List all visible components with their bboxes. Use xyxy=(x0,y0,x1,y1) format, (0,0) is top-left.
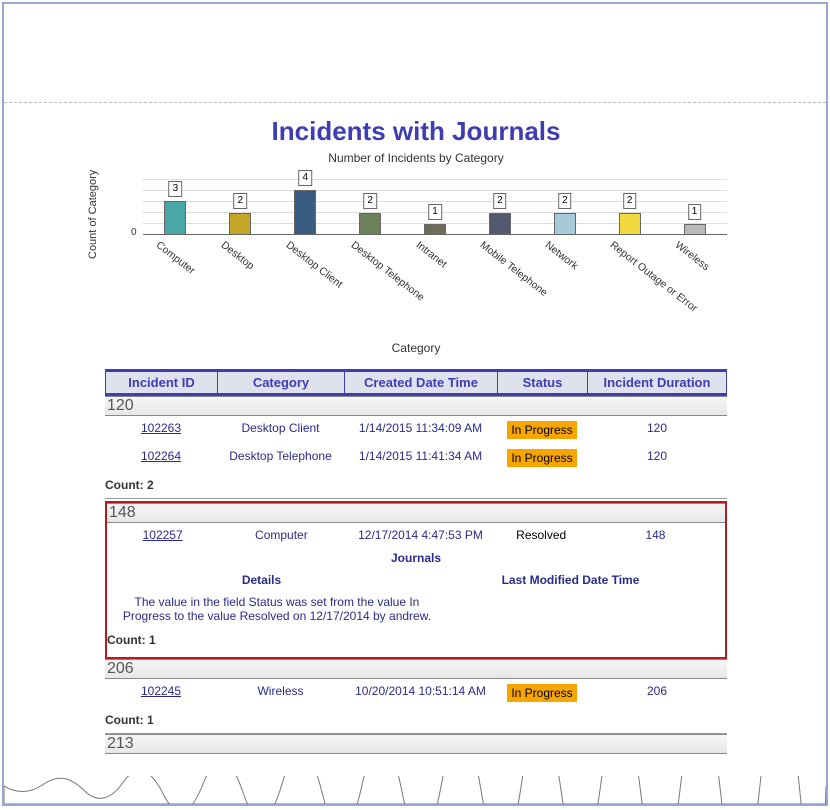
chart-bar-value-label: 2 xyxy=(558,193,572,209)
group-count: Count: 1 xyxy=(107,627,725,653)
chart-bar[interactable]: 2 xyxy=(208,179,273,235)
chart-category-label: Computer xyxy=(154,239,198,277)
incident-id-link[interactable]: 102257 xyxy=(143,528,183,542)
chart-category-label: Network xyxy=(543,239,581,272)
table-row: 102245 Wireless 10/20/2014 10:51:14 AM I… xyxy=(105,679,727,707)
cell-duration: 120 xyxy=(587,416,727,444)
status-badge: In Progress xyxy=(507,684,576,702)
cell-category: Desktop Client xyxy=(217,416,344,444)
cell-category: Computer xyxy=(218,523,344,547)
chart-bar-value-label: 2 xyxy=(623,193,637,209)
chart-yaxis-label: Count of Category xyxy=(87,170,99,259)
report-title: Incidents with Journals xyxy=(105,116,727,147)
cell-duration: 148 xyxy=(586,523,725,547)
table-row: 102263 Desktop Client 1/14/2015 11:34:09… xyxy=(105,416,727,444)
group-header[interactable]: 120 xyxy=(105,396,727,416)
cell-created-dt: 10/20/2014 10:51:14 AM xyxy=(344,679,497,707)
page-guide-top xyxy=(4,102,826,103)
cell-category: Desktop Telephone xyxy=(217,444,344,472)
report-page: Incidents with Journals Number of Incide… xyxy=(105,112,727,754)
group-count: Count: 2 xyxy=(105,472,727,499)
group-header[interactable]: 148 xyxy=(107,503,725,523)
incidents-by-category-chart: Count of Category 0 324212221 ComputerDe… xyxy=(105,169,727,369)
chart-bar-value-label: 3 xyxy=(169,181,183,197)
table-row: 102257 Computer 12/17/2014 4:47:53 PM Re… xyxy=(107,523,725,547)
chart-bar-value-label: 1 xyxy=(428,204,442,220)
group-header[interactable]: 213 xyxy=(105,734,727,754)
incidents-table-header: Incident ID Category Created Date Time S… xyxy=(105,369,727,396)
journal-lmdt-cell xyxy=(447,591,725,627)
report-frame: Incidents with Journals Number of Incide… xyxy=(2,2,828,806)
status-text: Resolved xyxy=(516,528,566,542)
chart-bar[interactable]: 2 xyxy=(597,179,662,235)
journals-section-label: Journals xyxy=(107,547,725,569)
cell-created-dt: 1/14/2015 11:34:09 AM xyxy=(344,416,497,444)
chart-bar[interactable]: 1 xyxy=(662,179,727,235)
chart-ytick-0: 0 xyxy=(131,227,137,238)
chart-bar[interactable]: 1 xyxy=(403,179,468,235)
col-header-category[interactable]: Category xyxy=(217,372,344,393)
journals-header-row: Details Last Modified Date Time xyxy=(107,569,725,591)
highlighted-group: 148 102257 Computer 12/17/2014 4:47:53 P… xyxy=(105,501,727,659)
chart-category-label: Wireless xyxy=(673,239,712,273)
chart-bar-value-label: 2 xyxy=(234,193,248,209)
col-header-incident-id[interactable]: Incident ID xyxy=(105,372,217,393)
chart-bar-value-label: 2 xyxy=(363,193,377,209)
incident-id-link[interactable]: 102264 xyxy=(141,449,181,463)
incident-id-link[interactable]: 102263 xyxy=(141,421,181,435)
cell-created-dt: 12/17/2014 4:47:53 PM xyxy=(344,523,496,547)
chart-category-label: Mobile Telephone xyxy=(478,239,550,299)
chart-category-label: Intranet xyxy=(413,239,448,270)
torn-page-edge xyxy=(4,776,826,804)
chart-category-label: Desktop xyxy=(219,239,257,272)
chart-bar-value-label: 1 xyxy=(688,204,702,220)
chart-bar-value-label: 2 xyxy=(493,193,507,209)
chart-xaxis-label: Category xyxy=(105,341,727,355)
col-header-created-dt[interactable]: Created Date Time xyxy=(344,372,497,393)
col-header-duration[interactable]: Incident Duration xyxy=(587,372,727,393)
journals-col-details[interactable]: Details xyxy=(107,569,416,591)
cell-category: Wireless xyxy=(217,679,344,707)
status-badge: In Progress xyxy=(507,421,576,439)
chart-category-label: Desktop Client xyxy=(283,239,344,290)
chart-bar[interactable]: 4 xyxy=(273,179,338,235)
status-badge: In Progress xyxy=(507,449,576,467)
col-header-status[interactable]: Status xyxy=(497,372,587,393)
table-row: 102264 Desktop Telephone 1/14/2015 11:41… xyxy=(105,444,727,472)
cell-duration: 206 xyxy=(587,679,727,707)
group-header[interactable]: 206 xyxy=(105,659,727,679)
incident-id-link[interactable]: 102245 xyxy=(141,684,181,698)
chart-bar[interactable]: 3 xyxy=(143,179,208,235)
chart-bar[interactable]: 2 xyxy=(338,179,403,235)
cell-created-dt: 1/14/2015 11:41:34 AM xyxy=(344,444,497,472)
chart-subtitle: Number of Incidents by Category xyxy=(105,151,727,165)
chart-bar[interactable]: 2 xyxy=(467,179,532,235)
journal-details-cell: The value in the field Status was set fr… xyxy=(107,591,447,627)
journal-row: The value in the field Status was set fr… xyxy=(107,591,725,627)
cell-duration: 120 xyxy=(587,444,727,472)
group-count: Count: 1 xyxy=(105,707,727,734)
chart-bar-value-label: 4 xyxy=(298,170,312,186)
chart-bar[interactable]: 2 xyxy=(532,179,597,235)
journals-col-lmdt[interactable]: Last Modified Date Time xyxy=(416,569,725,591)
